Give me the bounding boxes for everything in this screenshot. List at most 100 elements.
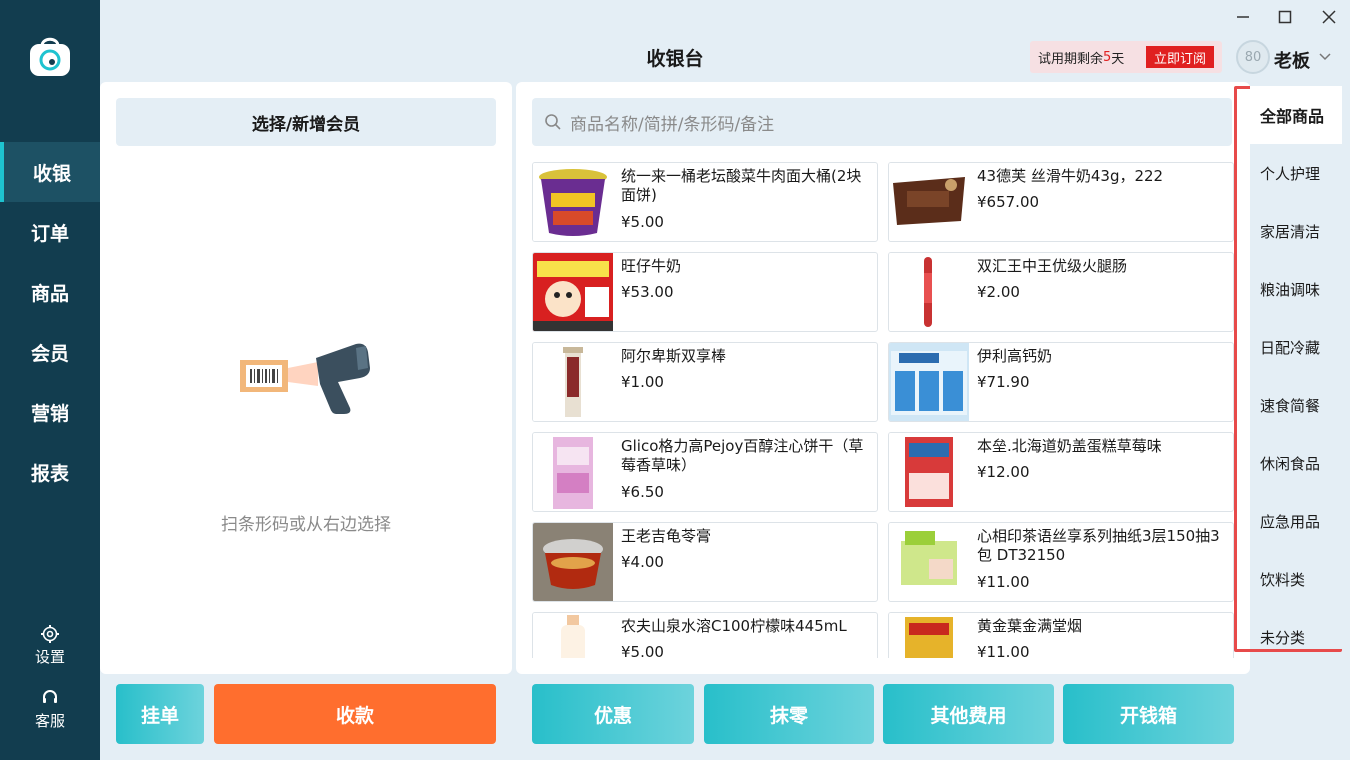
category-snacks[interactable]: 休闲食品 (1250, 434, 1342, 492)
product-image (533, 253, 613, 331)
round-off-button[interactable]: 抹零 (704, 684, 874, 744)
product-name: 本垒.北海道奶盖蛋糕草莓味 (977, 437, 1162, 455)
trial-banner: 试用期剩余 5 天 立即订阅 (1030, 41, 1222, 73)
gear-icon (41, 625, 59, 643)
minimize-icon (1237, 16, 1249, 18)
sidebar: 收银 订单 商品 会员 营销 报表 设置 客服 (0, 0, 100, 760)
trial-suffix: 天 (1111, 51, 1125, 67)
product-name: 43德芙 丝滑牛奶43g，222 (977, 167, 1164, 185)
product-card[interactable]: 王老吉龟苓膏 ¥4.00 (532, 522, 878, 602)
product-name: 阿尔卑斯双享棒 (621, 347, 727, 365)
product-name: 旺仔牛奶 (621, 257, 682, 275)
product-card[interactable]: 农夫山泉水溶C100柠檬味445mL ¥5.00 (532, 612, 878, 658)
product-image (889, 163, 969, 241)
product-image (889, 343, 969, 421)
category-grain-oil[interactable]: 粮油调味 (1250, 260, 1342, 318)
product-card[interactable]: 心相印茶语丝享系列抽纸3层150抽3包 DT32150 ¥11.00 (888, 522, 1234, 602)
nav-label: 订单 (30, 222, 69, 245)
barcode-scanner-icon (240, 343, 370, 414)
product-price: ¥71.90 (977, 373, 1030, 391)
nav-item-marketing[interactable]: 营销 (0, 382, 100, 442)
nav-label: 报表 (30, 462, 69, 485)
search-icon (545, 114, 561, 130)
discount-button[interactable]: 优惠 (532, 684, 694, 744)
app-logo-icon (30, 37, 70, 76)
product-card[interactable]: 双汇王中王优级火腿肠 ¥2.00 (888, 252, 1234, 332)
product-image (889, 433, 969, 511)
cart-panel: 选择/新增会员 扫条形码或从右边选择 (100, 82, 512, 674)
category-fast-food[interactable]: 速食简餐 (1250, 376, 1342, 434)
product-price: ¥4.00 (621, 553, 664, 571)
product-card[interactable]: 43德芙 丝滑牛奶43g，222 ¥657.00 (888, 162, 1234, 242)
search-placeholder: 商品名称/简拼/条形码/备注 (570, 114, 775, 135)
product-image (889, 613, 969, 658)
product-card[interactable]: 阿尔卑斯双享棒 ¥1.00 (532, 342, 878, 422)
category-personal-care[interactable]: 个人护理 (1250, 144, 1342, 202)
search-input[interactable]: 商品名称/简拼/条形码/备注 (532, 98, 1232, 146)
trial-days: 5 (1103, 49, 1112, 65)
product-price: ¥11.00 (977, 643, 1030, 658)
category-home-cleaning[interactable]: 家居清洁 (1250, 202, 1342, 260)
product-price: ¥5.00 (621, 643, 664, 658)
product-price: ¥2.00 (977, 283, 1020, 301)
product-card[interactable]: 旺仔牛奶 ¥53.00 (532, 252, 878, 332)
close-button[interactable] (1318, 6, 1340, 28)
nav-label: 收银 (32, 162, 71, 185)
nav-item-reports[interactable]: 报表 (0, 442, 100, 502)
product-image (533, 163, 613, 241)
other-fees-button[interactable]: 其他费用 (883, 684, 1054, 744)
product-card[interactable]: 本垒.北海道奶盖蛋糕草莓味 ¥12.00 (888, 432, 1234, 512)
subscribe-button[interactable]: 立即订阅 (1146, 46, 1214, 68)
maximize-button[interactable] (1274, 6, 1296, 28)
product-name: 农夫山泉水溶C100柠檬味445mL (621, 617, 847, 635)
product-card[interactable]: Glico格力高Pejoy百醇注心饼干（草莓香草味） ¥6.50 (532, 432, 878, 512)
maximize-icon (1278, 10, 1292, 24)
category-all[interactable]: 全部商品 (1250, 86, 1342, 144)
category-list: 全部商品 个人护理 家居清洁 粮油调味 日配冷藏 速食简餐 休闲食品 应急用品 … (1234, 86, 1342, 652)
category-drinks[interactable]: 饮料类 (1250, 550, 1342, 608)
product-image (533, 433, 613, 511)
close-icon (1322, 10, 1336, 24)
open-drawer-button[interactable]: 开钱箱 (1063, 684, 1234, 744)
product-name: Glico格力高Pejoy百醇注心饼干（草莓香草味） (621, 437, 864, 474)
category-uncategorized[interactable]: 未分类 (1250, 608, 1342, 666)
username[interactable]: 老板 (1274, 47, 1310, 73)
product-price: ¥12.00 (977, 463, 1030, 481)
nav-item-members[interactable]: 会员 (0, 322, 100, 382)
nav-label: 会员 (30, 342, 69, 365)
scan-hint: 扫条形码或从右边选择 (221, 515, 391, 535)
product-image (889, 523, 969, 601)
settings-button[interactable]: 设置 (0, 624, 100, 667)
product-name: 黄金葉金满堂烟 (977, 617, 1083, 635)
support-label: 客服 (34, 712, 65, 730)
product-image (533, 343, 613, 421)
product-name: 伊利高钙奶 (977, 347, 1053, 365)
product-name: 王老吉龟苓膏 (621, 527, 712, 545)
product-name: 心相印茶语丝享系列抽纸3层150抽3包 DT32150 (977, 527, 1220, 564)
avatar[interactable]: 80 (1236, 40, 1270, 74)
hold-order-button[interactable]: 挂单 (116, 684, 204, 744)
category-chilled[interactable]: 日配冷藏 (1250, 318, 1342, 376)
product-card[interactable]: 伊利高钙奶 ¥71.90 (888, 342, 1234, 422)
headset-icon (43, 690, 57, 703)
product-image (889, 253, 969, 331)
chevron-down-icon[interactable] (1318, 50, 1332, 64)
product-price: ¥6.50 (621, 483, 664, 501)
product-name: 双汇王中王优级火腿肠 (977, 257, 1128, 275)
support-button[interactable]: 客服 (0, 688, 100, 731)
nav-item-products[interactable]: 商品 (0, 262, 100, 322)
category-emergency[interactable]: 应急用品 (1250, 492, 1342, 550)
nav-item-orders[interactable]: 订单 (0, 202, 100, 262)
nav-label: 营销 (30, 402, 69, 425)
nav-item-cashier[interactable]: 收银 (0, 142, 100, 202)
minimize-button[interactable] (1232, 6, 1254, 28)
nav-label: 商品 (30, 282, 69, 305)
select-member-button[interactable]: 选择/新增会员 (116, 98, 496, 146)
product-price: ¥53.00 (621, 283, 674, 301)
product-card[interactable]: 黄金葉金满堂烟 ¥11.00 (888, 612, 1234, 658)
product-price: ¥657.00 (977, 193, 1040, 211)
trial-prefix: 试用期剩余 (1038, 51, 1104, 67)
page-title: 收银台 (646, 48, 704, 70)
product-card[interactable]: 统一来一桶老坛酸菜牛肉面大桶(2块面饼) ¥5.00 (532, 162, 878, 242)
checkout-button[interactable]: 收款 (214, 684, 496, 744)
